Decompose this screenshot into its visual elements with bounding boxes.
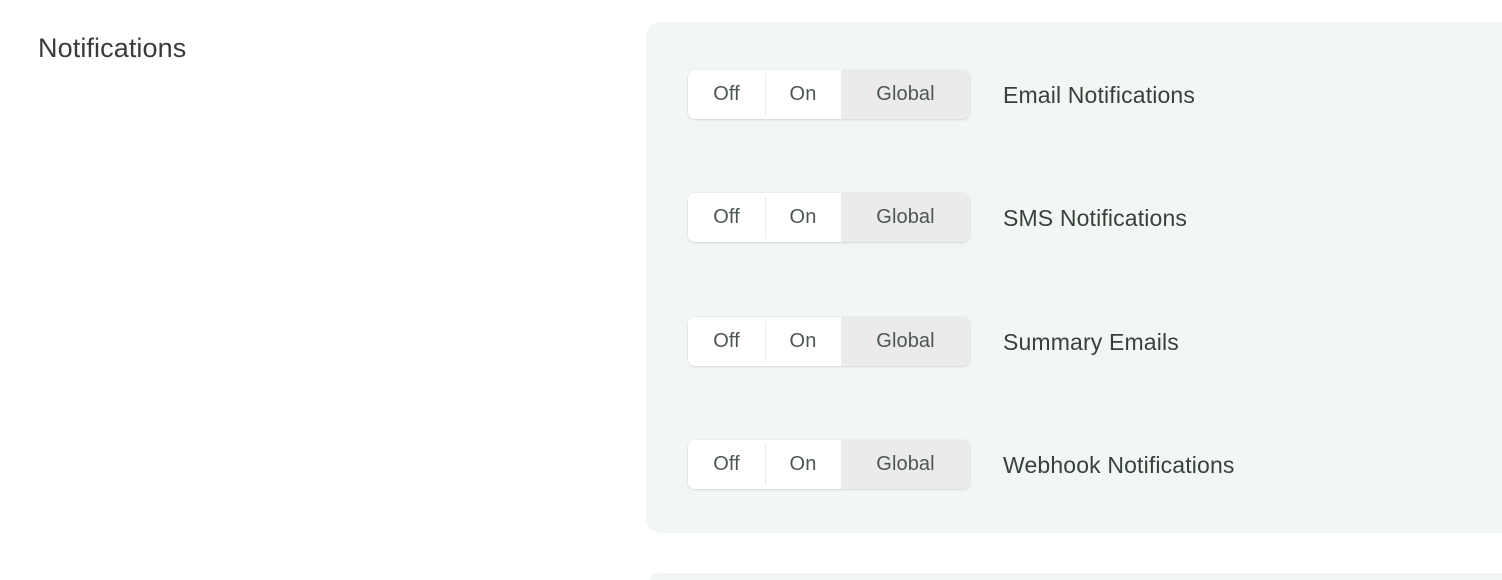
segment-option-on[interactable]: On [765, 440, 841, 489]
segment-option-on[interactable]: On [765, 70, 841, 119]
notification-mode-segmented-control[interactable]: Off On Global [688, 70, 970, 119]
setting-row: Off On Global SMS Notifications [688, 193, 1187, 242]
setting-row: Off On Global Email Notifications [688, 70, 1195, 119]
segment-option-off[interactable]: Off [688, 317, 765, 366]
segment-option-off[interactable]: Off [688, 193, 765, 242]
segment-option-off[interactable]: Off [688, 70, 765, 119]
notification-mode-segmented-control[interactable]: Off On Global [688, 317, 970, 366]
next-settings-panel [646, 573, 1502, 580]
page-title: Notifications [38, 31, 186, 65]
setting-row-label: Webhook Notifications [1003, 451, 1235, 479]
notifications-settings-panel: Off On Global Email Notifications Off On… [646, 22, 1502, 533]
segment-option-global[interactable]: Global [841, 440, 970, 489]
setting-row-label: SMS Notifications [1003, 204, 1187, 232]
segment-option-on[interactable]: On [765, 317, 841, 366]
notification-mode-segmented-control[interactable]: Off On Global [688, 193, 970, 242]
notification-mode-segmented-control[interactable]: Off On Global [688, 440, 970, 489]
segment-option-global[interactable]: Global [841, 70, 970, 119]
setting-row-label: Summary Emails [1003, 328, 1179, 356]
segment-option-off[interactable]: Off [688, 440, 765, 489]
setting-row-label: Email Notifications [1003, 81, 1195, 109]
segment-option-on[interactable]: On [765, 193, 841, 242]
setting-row: Off On Global Summary Emails [688, 317, 1179, 366]
segment-option-global[interactable]: Global [841, 193, 970, 242]
setting-row: Off On Global Webhook Notifications [688, 440, 1235, 489]
segment-option-global[interactable]: Global [841, 317, 970, 366]
